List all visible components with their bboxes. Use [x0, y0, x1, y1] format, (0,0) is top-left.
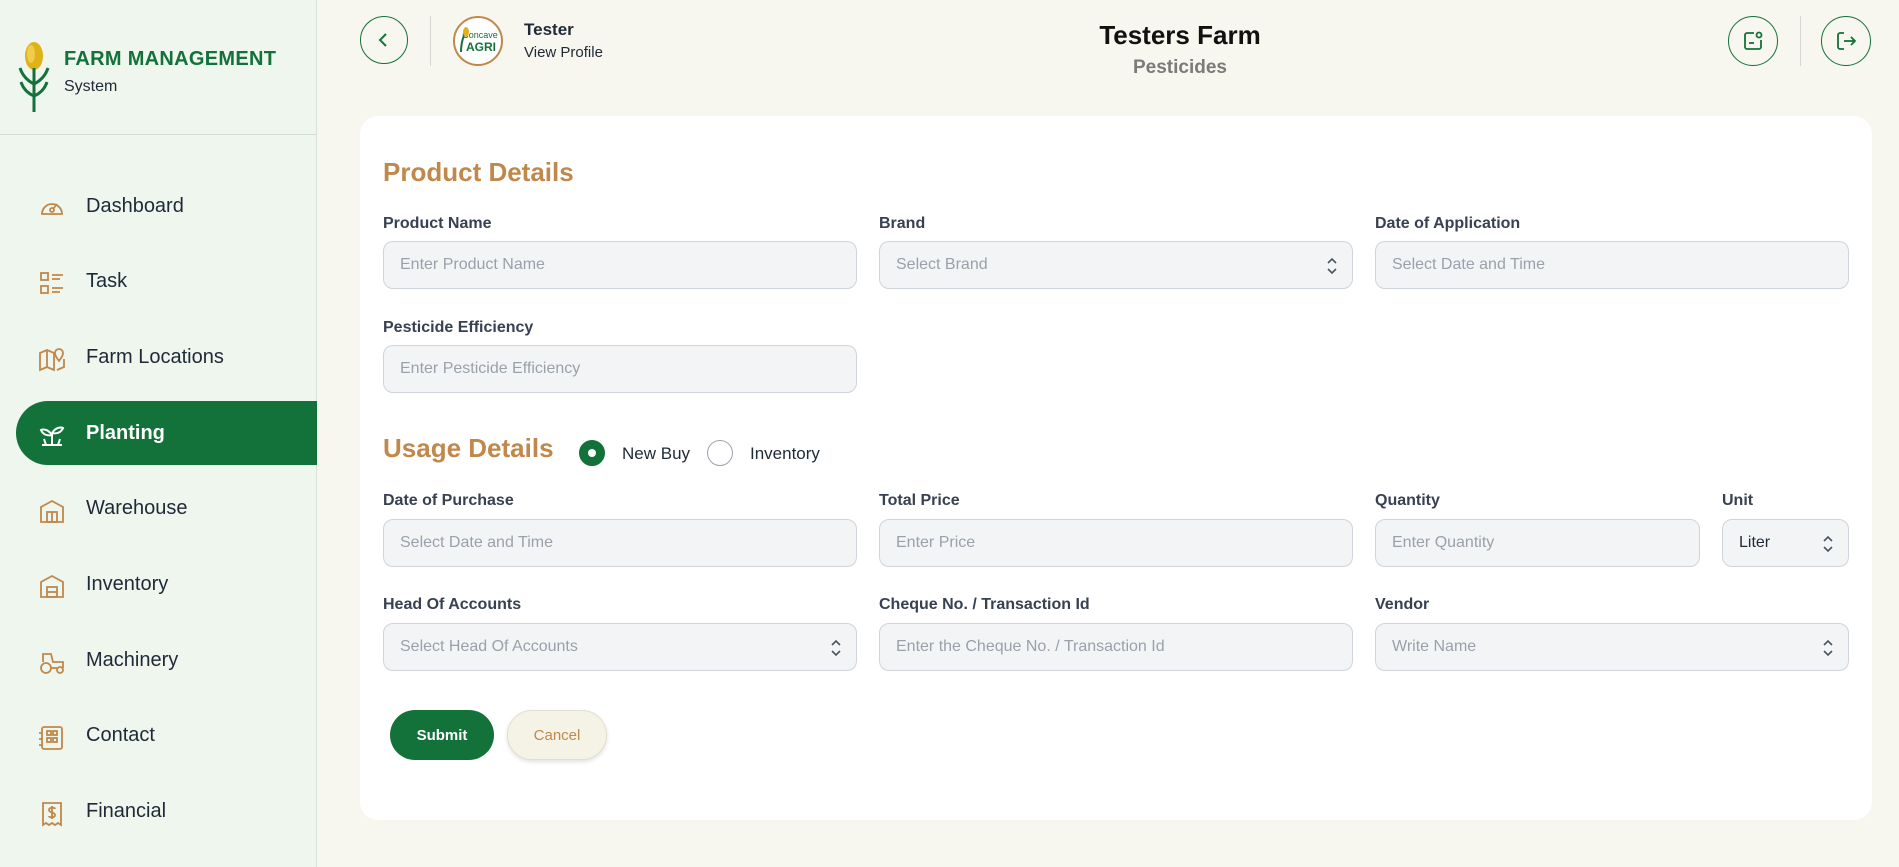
avatar[interactable]: Concave AGRI — [453, 16, 503, 66]
cheque-input[interactable]: Enter the Cheque No. / Transaction Id — [879, 623, 1353, 671]
sidebar-item-financial[interactable]: Financial — [16, 780, 317, 844]
view-profile-link[interactable]: View Profile — [524, 44, 603, 61]
receipt-dollar-icon — [42, 801, 62, 827]
plant-sprout-icon — [39, 426, 65, 447]
product-name-label: Product Name — [383, 215, 492, 232]
chevron-up-down-icon — [1823, 535, 1833, 553]
sidebar-item-farm-locations[interactable]: Farm Locations — [16, 325, 317, 389]
user-name: Tester — [524, 20, 574, 39]
chevron-up-down-icon — [1823, 639, 1833, 657]
sidebar-item-machinery[interactable]: Machinery — [16, 628, 317, 692]
sidebar-item-label: Inventory — [86, 572, 169, 595]
product-name-input[interactable]: Enter Product Name — [383, 241, 857, 289]
vendor-placeholder: Write Name — [1392, 638, 1477, 655]
sidebar-item-dashboard[interactable]: Dashboard — [16, 174, 317, 238]
notes-button[interactable] — [1728, 16, 1778, 66]
sidebar-item-inventory[interactable]: Inventory — [16, 552, 317, 616]
sidebar-item-label: Warehouse — [86, 497, 188, 520]
quantity-label: Quantity — [1375, 492, 1440, 509]
pesticide-efficiency-input[interactable]: Enter Pesticide Efficiency — [383, 345, 857, 393]
inventory-radio[interactable] — [707, 440, 733, 466]
head-accounts-label: Head Of Accounts — [383, 596, 522, 613]
map-pin-icon — [39, 348, 65, 372]
page-title: Testers Farm — [1099, 20, 1261, 50]
dashboard-gauge-icon — [41, 203, 63, 215]
total-price-input[interactable]: Enter Price — [879, 519, 1353, 567]
chevron-left-icon — [378, 33, 387, 47]
sidebar-item-planting[interactable]: Planting — [16, 401, 317, 466]
date-application-input[interactable]: Select Date and Time — [1375, 241, 1849, 289]
unit-label: Unit — [1722, 492, 1754, 509]
sidebar-item-label: Contact — [86, 724, 155, 747]
back-button[interactable] — [360, 16, 408, 64]
date-purchase-label: Date of Purchase — [383, 492, 514, 509]
inventory-radio-label[interactable]: Inventory — [750, 444, 820, 464]
tractor-icon — [40, 653, 64, 675]
date-application-label: Date of Application — [1375, 215, 1521, 232]
warehouse-building-icon — [40, 499, 64, 523]
logout-button[interactable] — [1821, 16, 1871, 66]
new-buy-radio-label[interactable]: New Buy — [622, 444, 690, 464]
header-divider — [1800, 16, 1801, 66]
unit-select[interactable]: Liter — [1722, 519, 1849, 567]
sidebar-divider — [0, 134, 316, 135]
sidebar-item-label: Planting — [86, 421, 165, 444]
sidebar-nav: Dashboard Task Farm Locations Planting W… — [16, 174, 317, 855]
cheque-label: Cheque No. / Transaction Id — [879, 596, 1090, 613]
sidebar-item-label: Farm Locations — [86, 345, 224, 368]
brand-title: FARM MANAGEMENT — [64, 48, 277, 70]
date-purchase-input[interactable]: Select Date and Time — [383, 519, 857, 567]
note-edit-icon — [1744, 31, 1763, 50]
total-price-label: Total Price — [879, 492, 960, 509]
unit-select-value: Liter — [1739, 534, 1771, 551]
sidebar-item-label: Financial — [86, 800, 167, 822]
sidebar-item-contact[interactable]: Contact — [16, 704, 317, 768]
brand-select[interactable]: Select Brand — [879, 241, 1353, 289]
sidebar-item-task[interactable]: Task — [16, 250, 317, 314]
sidebar-item-label: Machinery — [86, 648, 179, 671]
product-details-heading: Product Details — [383, 157, 574, 187]
brand: FARM MANAGEMENT System — [16, 36, 306, 116]
chevron-up-down-icon — [1327, 257, 1337, 275]
pesticide-efficiency-label: Pesticide Efficiency — [383, 319, 534, 336]
sidebar-item-warehouse[interactable]: Warehouse — [16, 477, 317, 541]
svg-text:AGRI: AGRI — [466, 40, 496, 54]
head-accounts-placeholder: Select Head Of Accounts — [400, 638, 578, 655]
submit-button[interactable]: Submit — [390, 710, 494, 760]
vendor-label: Vendor — [1375, 596, 1430, 613]
brand-label: Brand — [879, 215, 926, 232]
logout-icon — [1837, 32, 1857, 50]
header-divider — [430, 16, 431, 66]
head-accounts-select[interactable]: Select Head Of Accounts — [383, 623, 857, 671]
quantity-input[interactable]: Enter Quantity — [1375, 519, 1700, 567]
page-subtitle: Pesticides — [1133, 57, 1227, 78]
sidebar-item-label: Task — [86, 270, 128, 293]
brand-subtitle: System — [64, 78, 118, 95]
usage-details-heading: Usage Details — [383, 433, 554, 463]
brand-select-placeholder: Select Brand — [896, 256, 988, 273]
vendor-select[interactable]: Write Name — [1375, 623, 1849, 671]
task-list-icon — [40, 271, 63, 294]
concave-agri-logo-icon: Concave AGRI — [460, 27, 498, 54]
cancel-button[interactable]: Cancel — [507, 710, 607, 760]
sidebar: FARM MANAGEMENT System Dashboard Task Fa… — [0, 0, 317, 867]
sidebar-item-label: Dashboard — [86, 194, 184, 217]
farm-logo-icon — [18, 42, 50, 112]
chevron-up-down-icon — [831, 639, 841, 657]
inventory-building-icon — [40, 575, 64, 599]
new-buy-radio[interactable] — [579, 440, 605, 466]
contact-card-icon — [39, 725, 63, 750]
